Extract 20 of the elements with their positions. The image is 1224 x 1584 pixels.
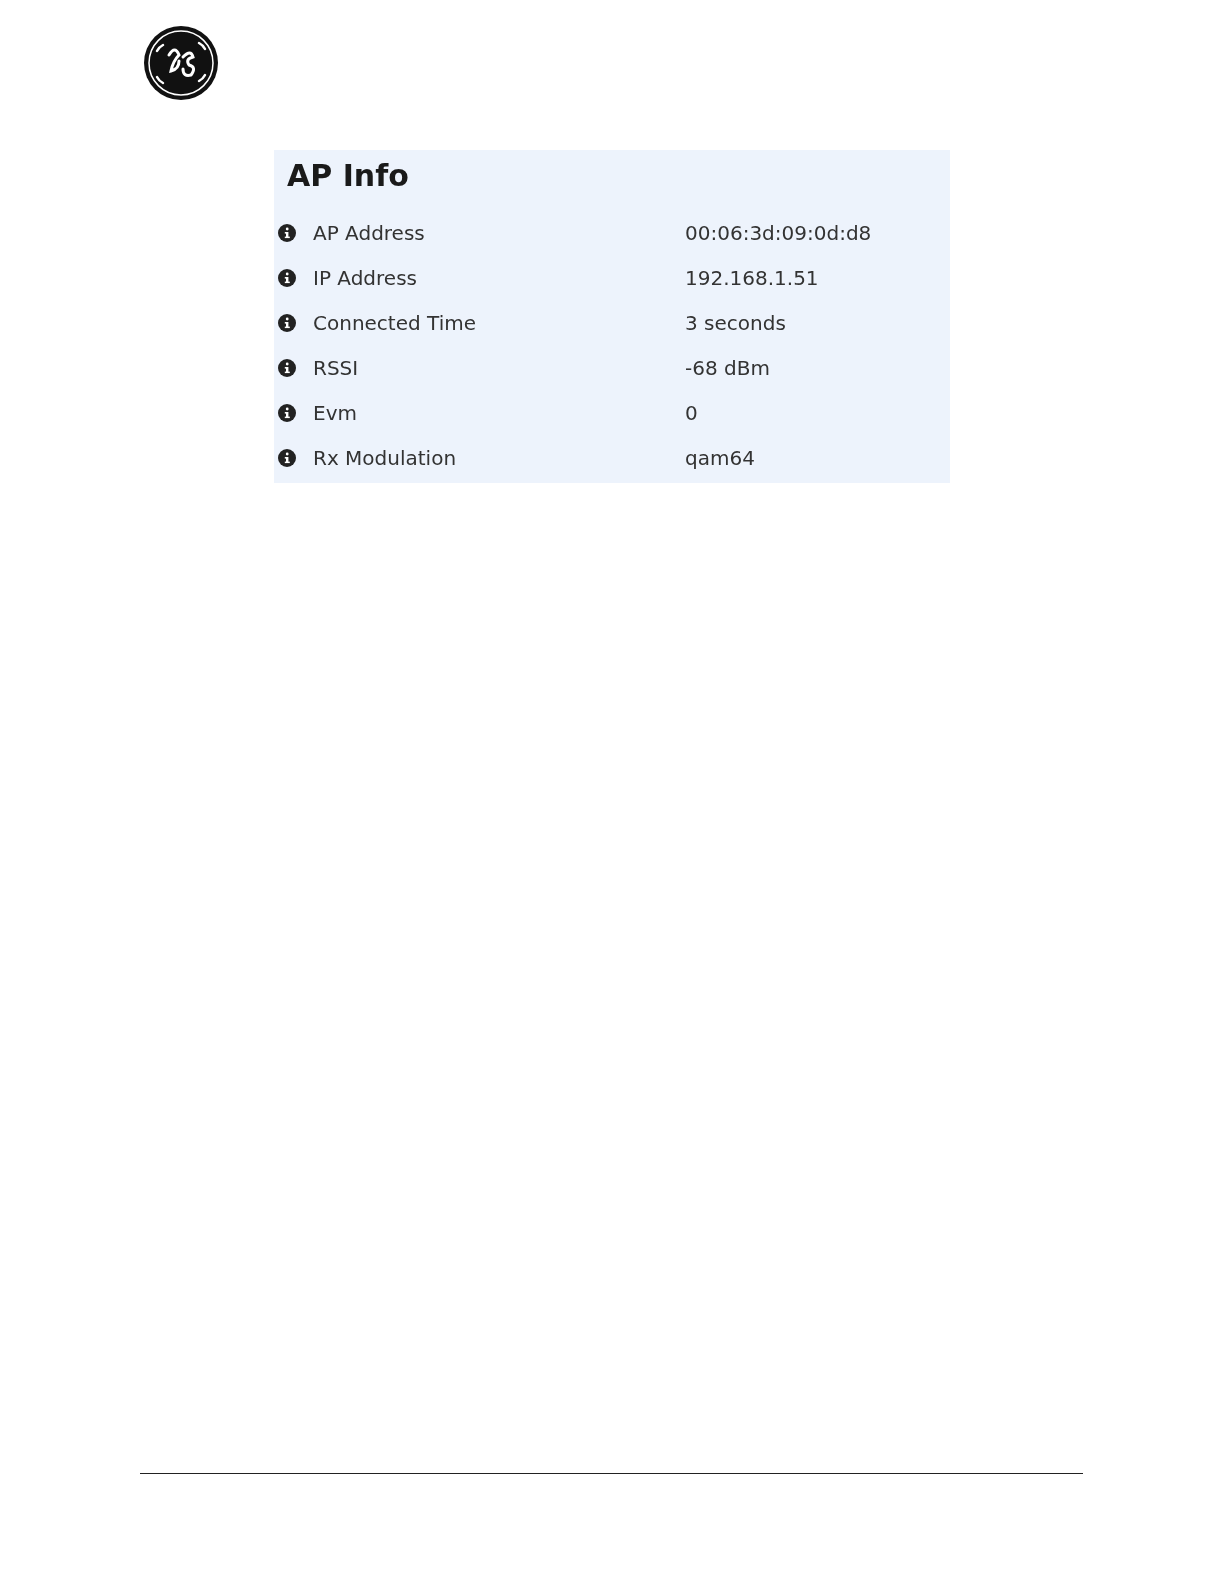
info-icon[interactable] xyxy=(278,358,296,377)
field-value: 192.168.1.51 xyxy=(685,265,819,290)
field-label: IP Address xyxy=(313,265,418,290)
field-value: -68 dBm xyxy=(685,355,770,380)
field-value: 0 xyxy=(685,400,698,425)
field-value: qam64 xyxy=(685,445,755,470)
field-label: Rx Modulation xyxy=(313,445,458,470)
info-icon[interactable] xyxy=(278,448,296,467)
field-label: RSSI xyxy=(313,355,360,380)
panel-title: AP Info xyxy=(286,158,410,195)
field-value: 3 seconds xyxy=(685,310,786,335)
field-label: Evm xyxy=(313,400,358,425)
field-label: Connected Time xyxy=(313,310,477,335)
emblem-icon xyxy=(143,25,219,101)
info-icon[interactable] xyxy=(278,268,296,287)
info-icon[interactable] xyxy=(278,403,296,422)
field-value: 00:06:3d:09:0d:d8 xyxy=(685,220,872,245)
info-icon[interactable] xyxy=(278,313,296,332)
info-icon[interactable] xyxy=(278,223,296,242)
field-label: AP Address xyxy=(313,220,426,245)
